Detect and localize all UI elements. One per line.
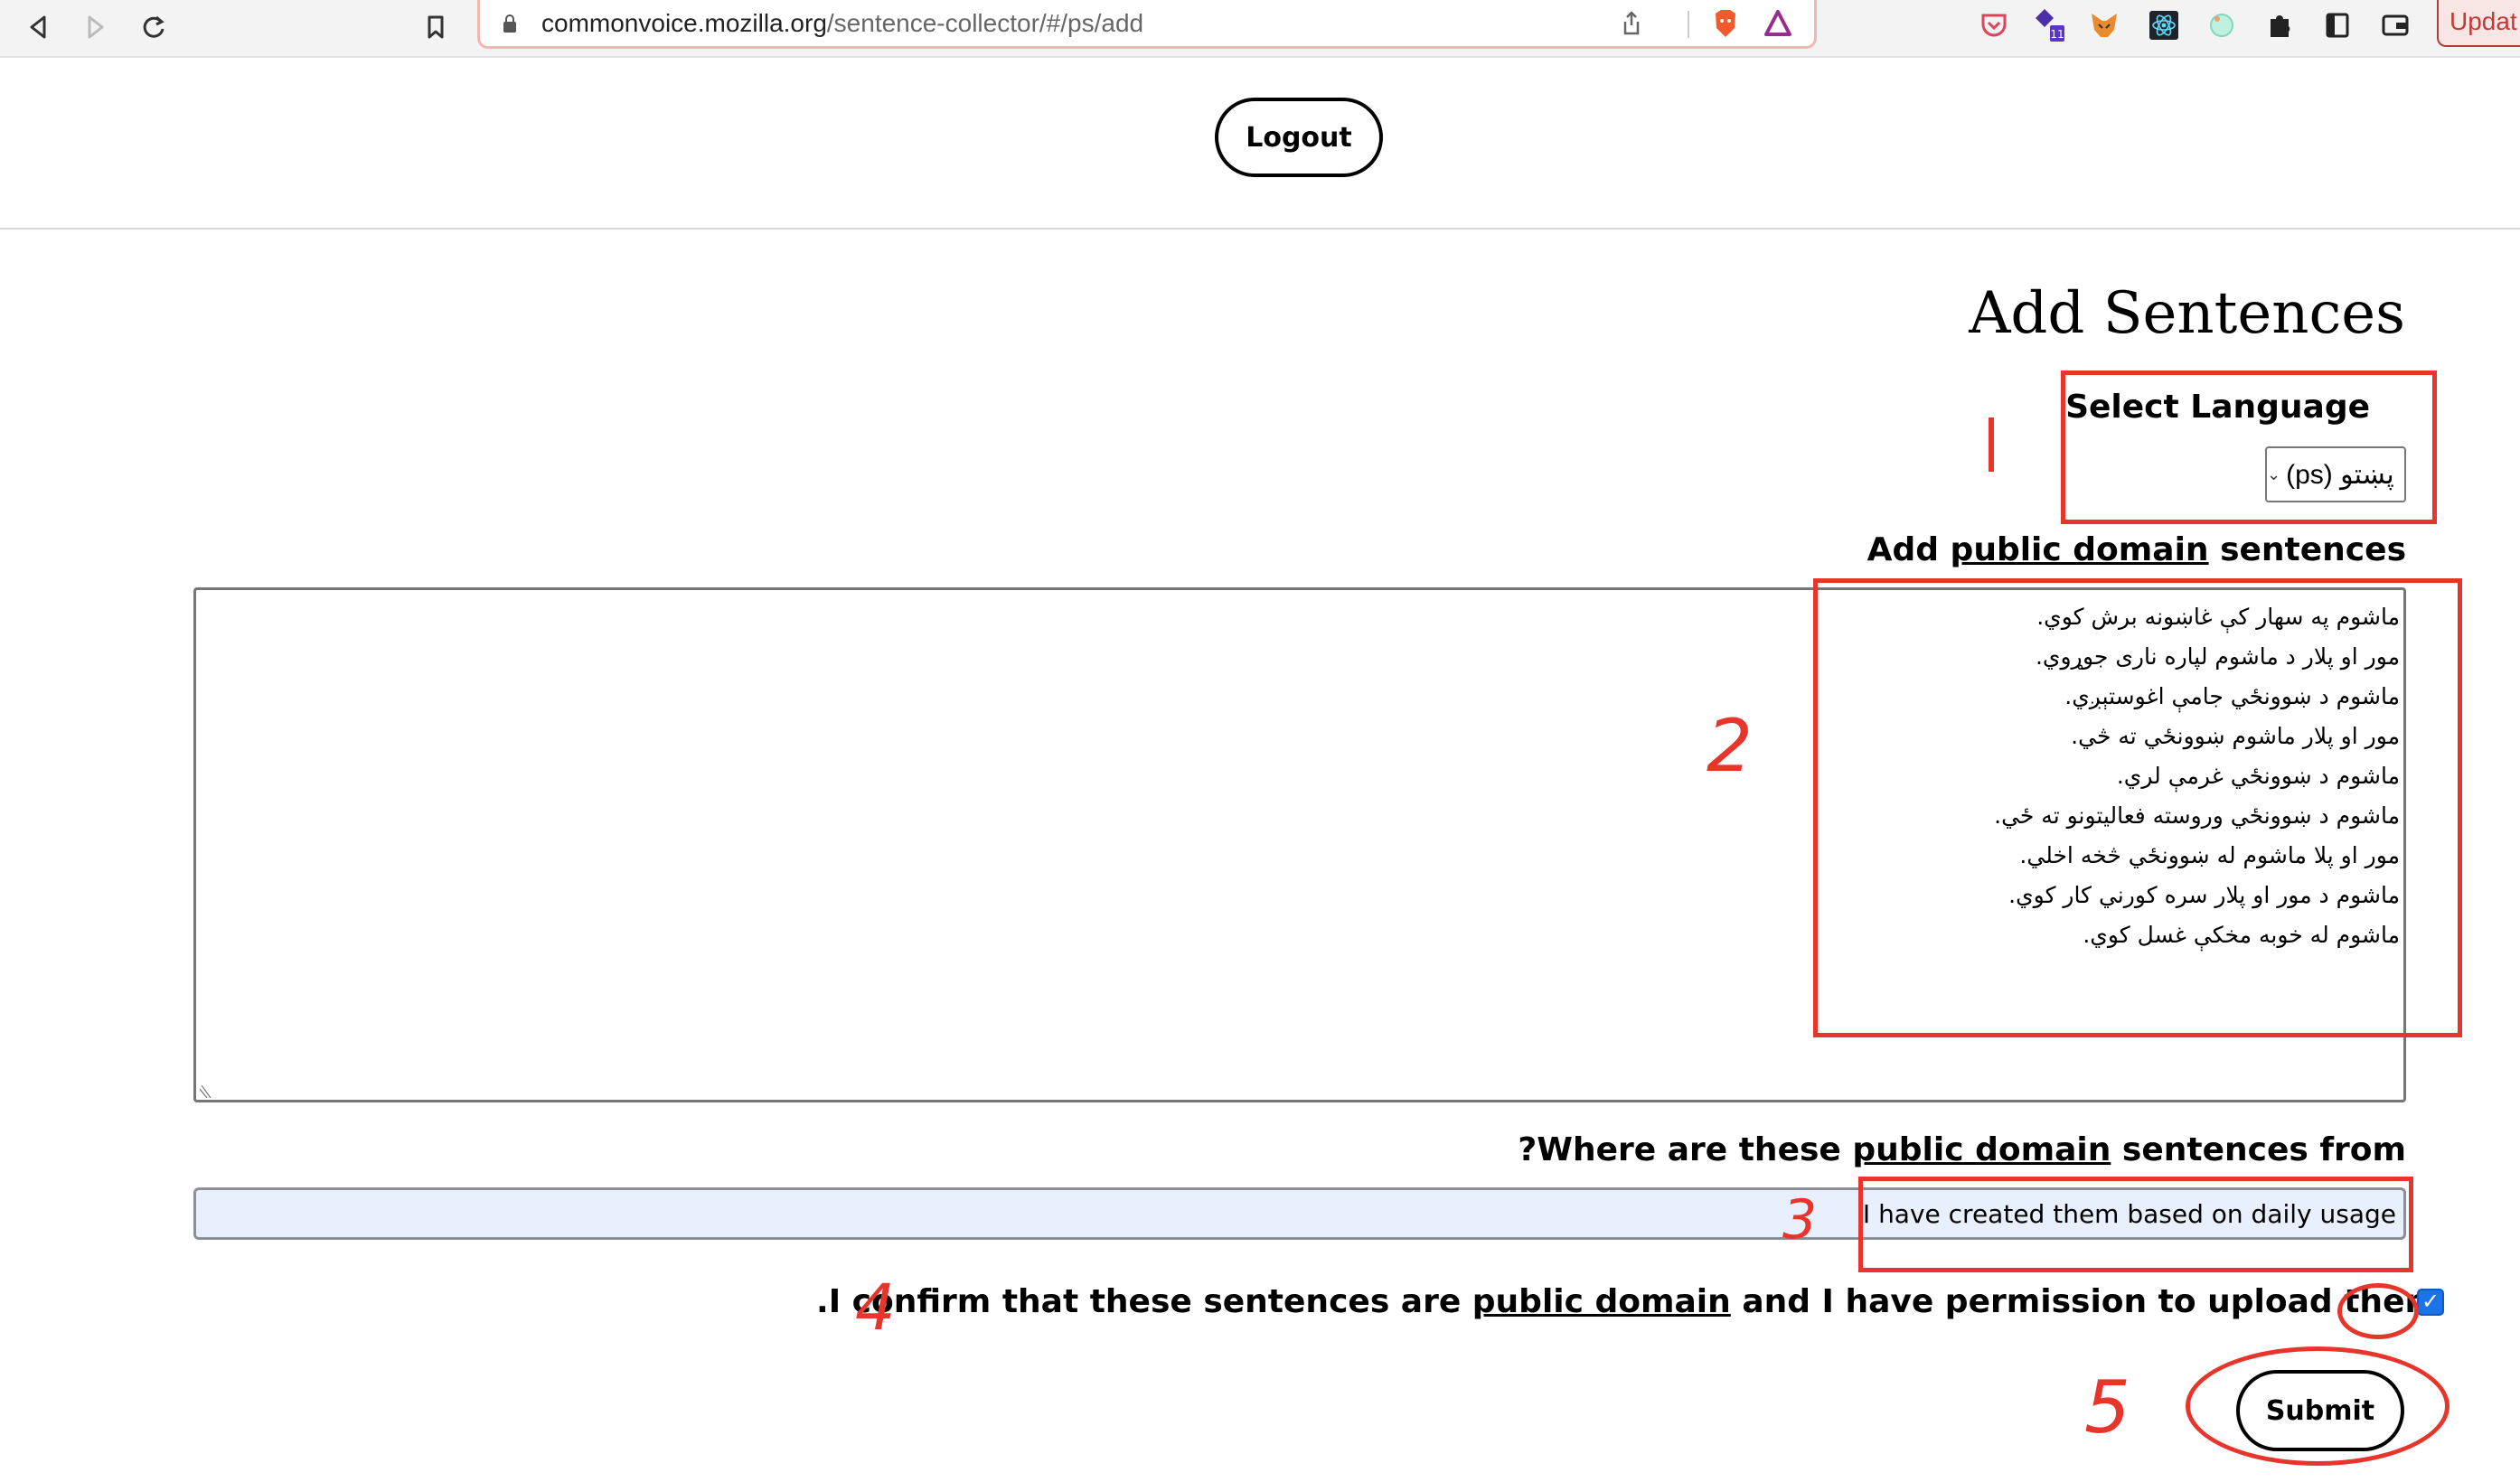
select-language-label: Select Language — [2065, 389, 2370, 426]
sentence-line: ماشوم د ښوونځي جامې اغوستېږي. — [2064, 683, 2400, 709]
share-icon[interactable] — [1615, 7, 1648, 40]
source-input-value: I have created them based on daily usage — [1862, 1198, 2396, 1229]
browser-update-button[interactable]: Updat — [2437, 0, 2520, 47]
back-arrow-icon[interactable] — [18, 7, 58, 47]
resize-handle-icon[interactable] — [200, 1085, 212, 1098]
confirm-text-prefix: .I confirm that these sentences are — [816, 1283, 1472, 1320]
source-label-prefix: ?Where are these — [1518, 1131, 1853, 1168]
address-divider — [1688, 11, 1689, 38]
sentences-label-suffix: sentences — [2208, 531, 2406, 568]
sentence-line: مور او پلار ماشوم ښوونځي ته څي. — [2071, 723, 2400, 749]
sentences-textarea[interactable]: ماشوم په سهار کې غاښونه برش کوي. مور او … — [193, 587, 2406, 1102]
lock-icon — [503, 14, 516, 33]
brave-rewards-icon[interactable] — [1762, 7, 1794, 40]
sentence-line: ماشوم د ښوونځي وروسته فعالیتونو ته ځي. — [1994, 802, 2400, 829]
url-path: /sentence-collector/#/ps/add — [826, 9, 1144, 37]
sentence-line: ماشوم په سهار کې غاښونه برش کوي. — [2036, 604, 2400, 630]
public-domain-link[interactable]: public domain — [1951, 531, 2209, 568]
sentences-label: Add public domain sentences — [1867, 531, 2406, 568]
source-input[interactable]: I have created them based on daily usage — [193, 1187, 2406, 1240]
sidebar-icon[interactable] — [2319, 7, 2355, 43]
confirm-row: .I confirm that these sentences are publ… — [816, 1283, 2444, 1320]
submit-button[interactable]: Submit — [2236, 1370, 2404, 1451]
pocket-icon[interactable] — [1976, 7, 2012, 43]
header-divider — [0, 228, 2520, 230]
reload-icon[interactable] — [134, 7, 174, 47]
url-text[interactable]: commonvoice.mozilla.org/sentence-collect… — [541, 9, 1143, 38]
sentence-line: مور او پلار د ماشوم لپاره ناری جوړوي. — [2035, 643, 2400, 670]
source-label: ?Where are these public domain sentences… — [1518, 1131, 2406, 1168]
stack-extension-icon[interactable]: 11 — [2032, 7, 2068, 43]
language-select[interactable]: پښتو (ps) ⌄ — [2265, 446, 2406, 502]
react-devtools-icon[interactable] — [2146, 7, 2182, 43]
public-domain-link[interactable]: public domain — [1472, 1283, 1731, 1320]
confirm-text-suffix: and I have permission to upload them — [1730, 1283, 2439, 1320]
confirm-label: .I confirm that these sentences are publ… — [816, 1283, 2439, 1320]
sentence-line: ماشوم د مور او پلار سره کورني کار کوي. — [2008, 882, 2400, 908]
sentence-line: ماشوم د ښوونځي غرمې لري. — [2116, 763, 2400, 789]
sentences-label-prefix: Add — [1866, 531, 1951, 568]
address-bar[interactable]: commonvoice.mozilla.org/sentence-collect… — [477, 0, 1817, 49]
page-title: Add Sentences — [1969, 280, 2405, 347]
wallet-icon[interactable] — [2377, 7, 2413, 43]
circle-extension-icon[interactable] — [2204, 7, 2240, 43]
extension-badge-count: 11 — [2050, 28, 2064, 41]
confirm-checkbox[interactable]: ✓ — [2417, 1288, 2444, 1316]
chevron-down-icon: ⌄ — [2267, 464, 2281, 483]
public-domain-link[interactable]: public domain — [1852, 1131, 2111, 1168]
sentence-line: ماشوم له خوبه مخکې غسل کوي. — [2083, 922, 2400, 948]
checkmark-icon: ✓ — [2421, 1290, 2440, 1314]
brave-lion-icon[interactable] — [1709, 7, 1742, 40]
annotation-step-5: 5 — [2084, 1365, 2130, 1449]
annotation-step-1 — [1989, 417, 1994, 472]
puzzle-extensions-icon[interactable] — [2261, 7, 2298, 43]
browser-toolbar: commonvoice.mozilla.org/sentence-collect… — [0, 0, 2520, 58]
bookmark-icon[interactable] — [416, 7, 456, 47]
logout-button[interactable]: Logout — [1215, 98, 1383, 177]
language-select-value: پښتو (ps) — [2286, 459, 2394, 490]
forward-arrow-icon[interactable] — [76, 7, 116, 47]
url-host: commonvoice.mozilla.org — [541, 9, 827, 37]
metamask-icon[interactable] — [2086, 7, 2122, 43]
sentence-line: مور او پلا ماشوم له ښوونځي څخه اخلي. — [2019, 842, 2400, 868]
source-label-suffix: sentences from — [2111, 1131, 2406, 1168]
